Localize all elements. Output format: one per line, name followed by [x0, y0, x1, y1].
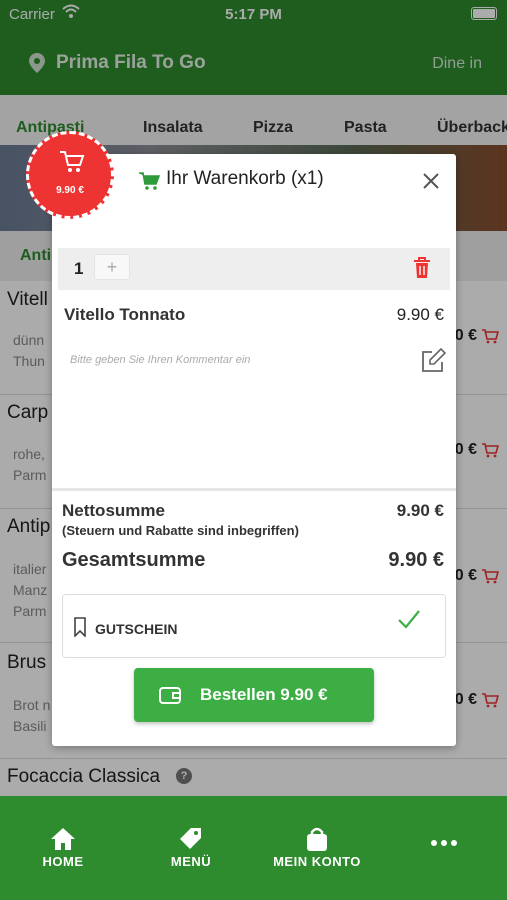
- net-total-label: Nettosumme: [62, 501, 165, 520]
- quantity-value: 1: [74, 259, 84, 278]
- nav-account[interactable]: MEIN KONTO: [262, 826, 372, 869]
- cart-item-name: Vitello Tonnato: [64, 305, 186, 324]
- edit-comment-icon[interactable]: [420, 347, 447, 379]
- cart-badge-price: 9.90 €: [56, 185, 84, 196]
- check-icon[interactable]: [397, 609, 421, 634]
- bookmark-icon: [73, 617, 87, 642]
- delete-icon[interactable]: [412, 256, 432, 285]
- cart-badge-icon: [59, 150, 85, 179]
- nav-account-label: MEIN KONTO: [273, 854, 361, 869]
- net-total-value: 9.90 €: [396, 501, 444, 520]
- close-icon[interactable]: [422, 166, 440, 197]
- bag-icon: [307, 827, 327, 851]
- divider: [52, 488, 456, 491]
- cart-badge[interactable]: 9.90 €: [26, 131, 114, 219]
- cart-modal: Ihr Warenkorb (x1) 1 + Vitello Tonnato 9…: [52, 154, 456, 746]
- nav-home[interactable]: HOME: [8, 826, 118, 869]
- home-icon: [51, 828, 75, 850]
- increase-quantity-button[interactable]: +: [94, 254, 130, 280]
- order-button-label: Bestellen 9.90 €: [200, 685, 328, 704]
- cart-item-price: 9.90 €: [396, 305, 444, 324]
- voucher-label: GUTSCHEIN: [95, 621, 178, 637]
- tag-icon: [180, 828, 201, 849]
- nav-more[interactable]: [389, 838, 499, 850]
- order-button[interactable]: Bestellen 9.90 €: [134, 668, 374, 722]
- nav-menu-label: MENÜ: [170, 854, 212, 869]
- more-icon: [431, 840, 457, 846]
- cart-title: Ihr Warenkorb (x1): [166, 168, 324, 189]
- tax-note: (Steuern und Rabatte sind inbegriffen): [62, 523, 299, 538]
- cart-icon: [138, 171, 161, 196]
- nav-menu[interactable]: MENÜ: [136, 826, 246, 869]
- grand-total-label: Gesamtsumme: [62, 549, 206, 571]
- grand-total-value: 9.90 €: [388, 549, 444, 571]
- cart-item-quantity-bar: 1 +: [58, 248, 450, 290]
- voucher-field[interactable]: GUTSCHEIN: [62, 594, 446, 658]
- nav-home-label: HOME: [42, 854, 84, 869]
- wallet-icon: [158, 685, 182, 710]
- comment-input[interactable]: Bitte geben Sie Ihren Kommentar ein: [70, 354, 250, 366]
